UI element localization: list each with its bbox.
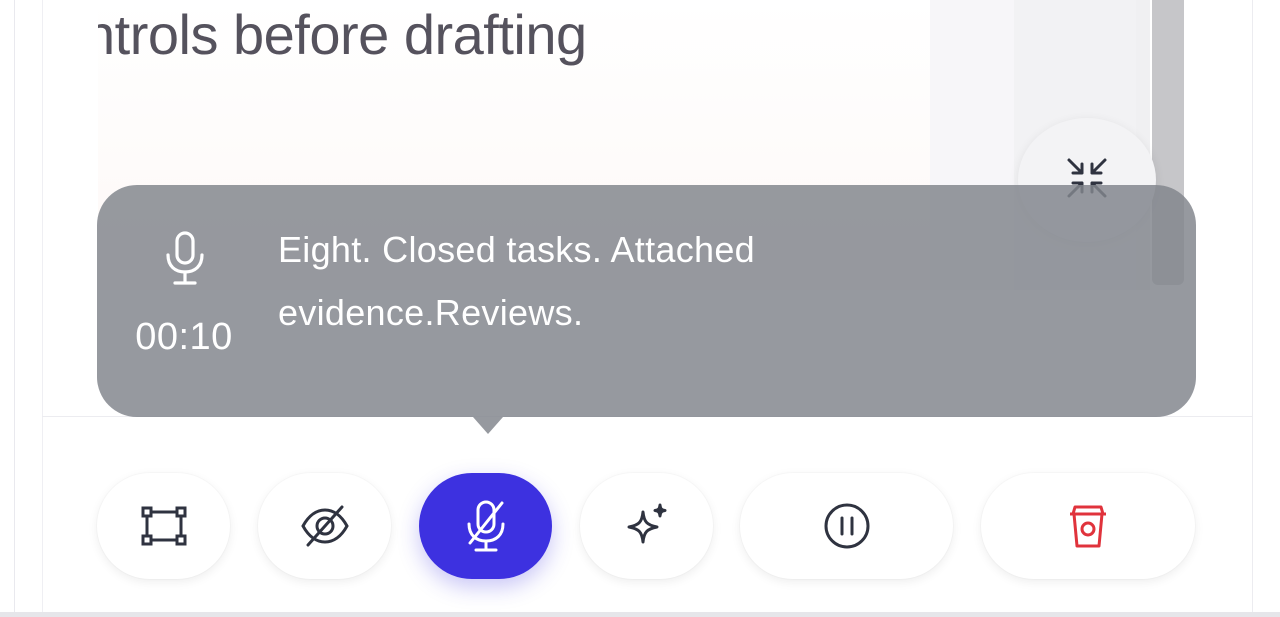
window-bottom-edge — [0, 612, 1280, 617]
mic-off-icon — [467, 500, 504, 552]
sparkle-icon — [627, 503, 666, 544]
mic-icon — [163, 230, 207, 291]
window-edge — [14, 0, 15, 617]
trash-icon — [1070, 505, 1106, 548]
overlay-pointer — [473, 417, 503, 434]
crop-frame-icon — [141, 506, 186, 546]
content-edge-right — [1252, 0, 1253, 617]
content-edge — [42, 0, 43, 617]
hide-button[interactable] — [258, 473, 391, 579]
recording-timer: 00:10 — [135, 316, 233, 358]
mute-mic-button[interactable] — [419, 473, 552, 579]
crop-button[interactable] — [97, 473, 230, 579]
pause-icon — [824, 503, 869, 549]
preview-heading: ntrols before drafting — [98, 3, 587, 66]
eye-off-icon — [300, 505, 349, 547]
ai-assist-button[interactable] — [580, 473, 713, 579]
pause-button[interactable] — [740, 473, 953, 579]
delete-button[interactable] — [981, 473, 1195, 579]
transcript-text: Eight. Closed tasks. Attached evidence.R… — [278, 229, 755, 333]
